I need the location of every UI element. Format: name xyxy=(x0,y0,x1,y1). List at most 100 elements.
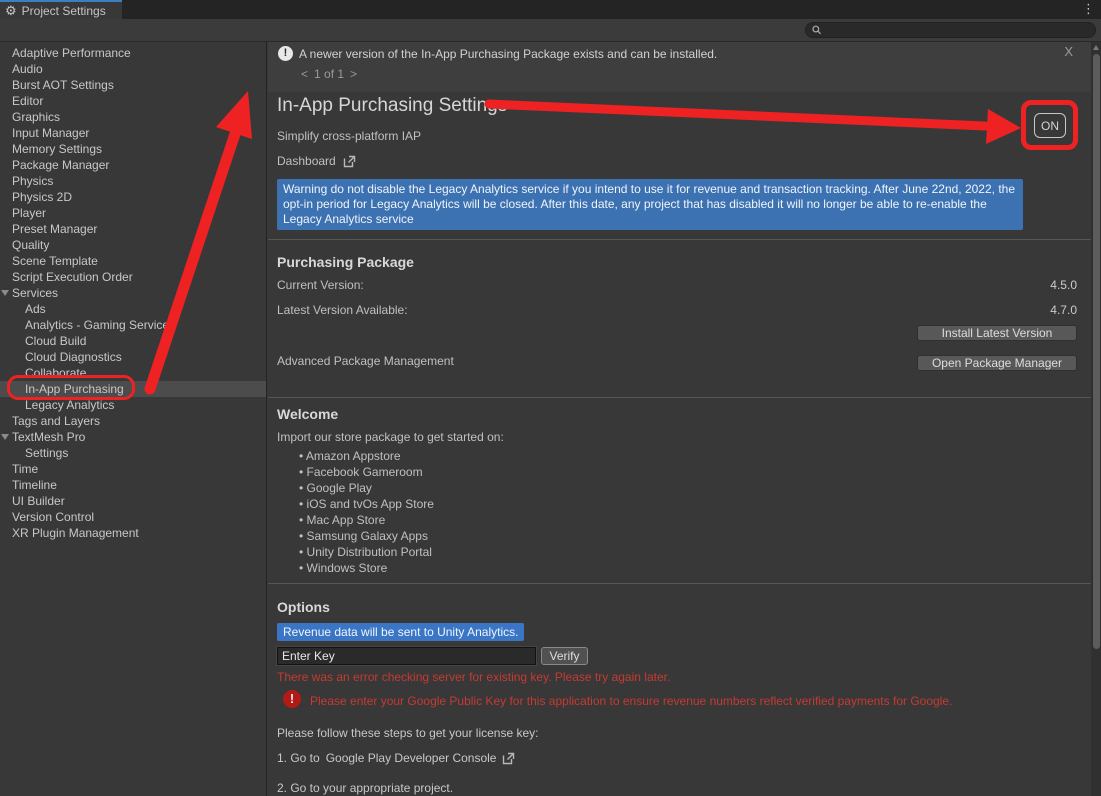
steps-intro: Please follow these steps to get your li… xyxy=(277,726,538,740)
sidebar-item-cloud-diagnostics[interactable]: Cloud Diagnostics xyxy=(0,349,266,365)
step1-prefix: 1. Go to xyxy=(277,751,320,765)
sidebar-item-graphics[interactable]: Graphics xyxy=(0,109,266,125)
sidebar-item-label: Tags and Layers xyxy=(12,414,100,428)
sidebar-item-analytics-gaming-services[interactable]: Analytics - Gaming Services xyxy=(0,317,266,333)
sidebar-item-label: Input Manager xyxy=(12,126,89,140)
sidebar-item-physics[interactable]: Physics xyxy=(0,173,266,189)
search-input[interactable] xyxy=(826,24,1089,36)
sidebar-item-label: Preset Manager xyxy=(12,222,97,236)
iap-subtitle: Simplify cross-platform IAP xyxy=(277,129,421,143)
sidebar-item-version-control[interactable]: Version Control xyxy=(0,509,266,525)
vertical-scrollbar[interactable] xyxy=(1091,42,1101,796)
sidebar-item-label: In-App Purchasing xyxy=(25,382,124,396)
sidebar-item-time[interactable]: Time xyxy=(0,461,266,477)
sidebar-item-memory-settings[interactable]: Memory Settings xyxy=(0,141,266,157)
sidebar-item-label: Timeline xyxy=(12,478,57,492)
sidebar-item-label: Script Execution Order xyxy=(12,270,133,284)
sidebar-item-scene-template[interactable]: Scene Template xyxy=(0,253,266,269)
sidebar-item-textmesh-pro[interactable]: TextMesh Pro xyxy=(0,429,266,445)
section-divider xyxy=(268,397,1091,398)
toolbar xyxy=(0,19,1101,42)
sidebar-item-quality[interactable]: Quality xyxy=(0,237,266,253)
external-link-icon xyxy=(343,155,356,168)
key-input[interactable] xyxy=(277,647,536,665)
disclosure-triangle-icon[interactable] xyxy=(1,290,9,296)
google-play-console-link[interactable]: Google Play Developer Console xyxy=(326,751,497,765)
search-box[interactable] xyxy=(805,22,1096,38)
kebab-menu-icon[interactable]: ⋮ xyxy=(1082,1,1095,17)
project-settings-window: ⚙ Project Settings ⋮ Adaptive Performanc… xyxy=(0,0,1101,796)
sidebar-item-label: Physics 2D xyxy=(12,190,72,204)
sidebar-item-physics-2d[interactable]: Physics 2D xyxy=(0,189,266,205)
sidebar-item-ui-builder[interactable]: UI Builder xyxy=(0,493,266,509)
store-list-item: Amazon Appstore xyxy=(299,448,434,464)
welcome-intro: Import our store package to get started … xyxy=(277,430,504,444)
store-list-item: iOS and tvOs App Store xyxy=(299,496,434,512)
main-panel: ! A newer version of the In-App Purchasi… xyxy=(268,42,1091,796)
section-divider xyxy=(268,239,1091,240)
sidebar-item-timeline[interactable]: Timeline xyxy=(0,477,266,493)
sidebar-item-label: Cloud Build xyxy=(25,334,86,348)
sidebar-item-package-manager[interactable]: Package Manager xyxy=(0,157,266,173)
tab-project-settings[interactable]: ⚙ Project Settings xyxy=(0,0,122,19)
dashboard-label: Dashboard xyxy=(277,154,336,168)
sidebar-item-preset-manager[interactable]: Preset Manager xyxy=(0,221,266,237)
sidebar-item-ads[interactable]: Ads xyxy=(0,301,266,317)
sidebar-item-collaborate[interactable]: Collaborate xyxy=(0,365,266,381)
store-list-item: Facebook Gameroom xyxy=(299,464,434,480)
sidebar-item-in-app-purchasing[interactable]: In-App Purchasing xyxy=(0,381,266,397)
install-latest-version-button[interactable]: Install Latest Version xyxy=(917,325,1077,341)
store-list-item: Samsung Galaxy Apps xyxy=(299,528,434,544)
scroll-up-arrow-icon[interactable] xyxy=(1093,45,1099,50)
legacy-analytics-warning: Warning do not disable the Legacy Analyt… xyxy=(277,179,1023,230)
sidebar-item-tags-and-layers[interactable]: Tags and Layers xyxy=(0,413,266,429)
verify-button[interactable]: Verify xyxy=(541,647,588,665)
sidebar-item-cloud-build[interactable]: Cloud Build xyxy=(0,333,266,349)
pager-prev-button[interactable]: < xyxy=(301,67,308,81)
sidebar-item-settings[interactable]: Settings xyxy=(0,445,266,461)
sidebar-item-label: Scene Template xyxy=(12,254,98,268)
key-error-text: There was an error checking server for e… xyxy=(277,670,670,684)
store-list: Amazon AppstoreFacebook GameroomGoogle P… xyxy=(299,448,434,576)
sidebar-item-label: Memory Settings xyxy=(12,142,102,156)
sidebar-item-player[interactable]: Player xyxy=(0,205,266,221)
sidebar-item-label: Legacy Analytics xyxy=(25,398,114,412)
tab-title: Project Settings xyxy=(22,4,106,18)
sidebar-item-label: Burst AOT Settings xyxy=(12,78,114,92)
iap-on-toggle-button[interactable]: ON xyxy=(1034,113,1066,138)
update-banner: ! A newer version of the In-App Purchasi… xyxy=(268,42,1091,92)
sidebar-item-label: Ads xyxy=(25,302,46,316)
latest-version-value: 4.7.0 xyxy=(1050,303,1077,317)
disclosure-triangle-icon[interactable] xyxy=(1,434,9,440)
analytics-note: Revenue data will be sent to Unity Analy… xyxy=(277,623,524,641)
sidebar-item-script-execution-order[interactable]: Script Execution Order xyxy=(0,269,266,285)
sidebar-item-burst-aot-settings[interactable]: Burst AOT Settings xyxy=(0,77,266,93)
sidebar-item-label: Version Control xyxy=(12,510,94,524)
sidebar-item-audio[interactable]: Audio xyxy=(0,61,266,77)
sidebar-item-editor[interactable]: Editor xyxy=(0,93,266,109)
sidebar-item-label: Graphics xyxy=(12,110,60,124)
sidebar-item-legacy-analytics[interactable]: Legacy Analytics xyxy=(0,397,266,413)
dashboard-link[interactable]: Dashboard xyxy=(277,154,356,168)
open-package-manager-button[interactable]: Open Package Manager xyxy=(917,355,1077,371)
sidebar-item-label: Player xyxy=(12,206,46,220)
sidebar-item-xr-plugin-management[interactable]: XR Plugin Management xyxy=(0,525,266,541)
banner-close-button[interactable]: X xyxy=(1064,44,1073,59)
pager-next-button[interactable]: > xyxy=(350,67,357,81)
sidebar-item-label: Audio xyxy=(12,62,43,76)
current-version-value: 4.5.0 xyxy=(1050,278,1077,292)
scrollbar-thumb[interactable] xyxy=(1093,54,1100,649)
advanced-package-management-label: Advanced Package Management xyxy=(277,354,454,368)
store-list-item: Mac App Store xyxy=(299,512,434,528)
banner-message: A newer version of the In-App Purchasing… xyxy=(299,47,717,61)
store-list-item: Google Play xyxy=(299,480,434,496)
sidebar-item-label: Package Manager xyxy=(12,158,109,172)
sidebar-item-input-manager[interactable]: Input Manager xyxy=(0,125,266,141)
sidebar-item-services[interactable]: Services xyxy=(0,285,266,301)
store-list-item: Unity Distribution Portal xyxy=(299,544,434,560)
sidebar-item-adaptive-performance[interactable]: Adaptive Performance xyxy=(0,45,266,61)
sidebar-list: Adaptive PerformanceAudio Burst AOT Setti… xyxy=(0,45,266,541)
sidebar-item-label: Services xyxy=(12,286,58,300)
step-1: 1. Go to Google Play Developer Console xyxy=(277,751,515,765)
sidebar-item-label: XR Plugin Management xyxy=(12,526,139,540)
